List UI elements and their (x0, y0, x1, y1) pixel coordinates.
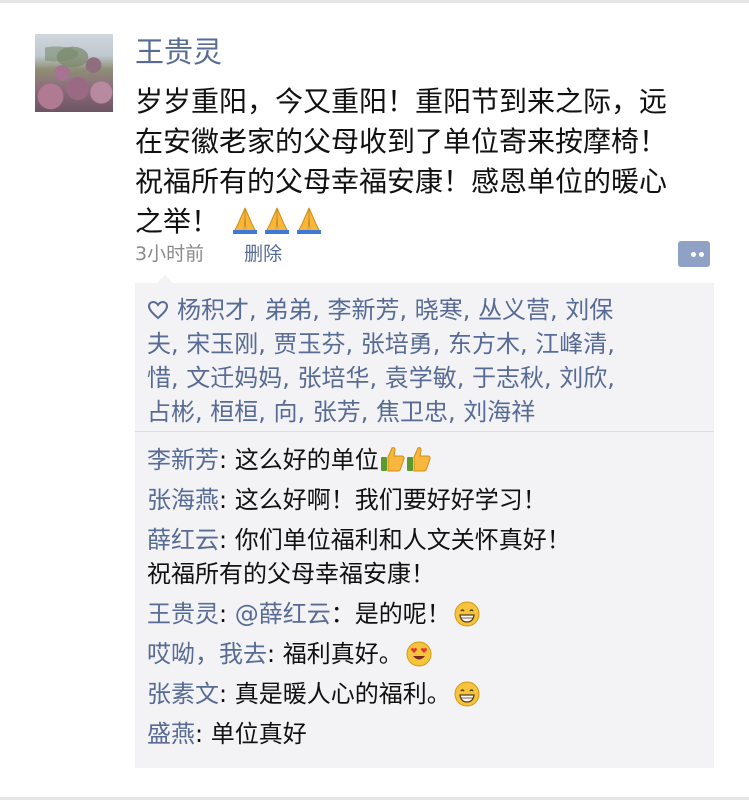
comments-list: 李新芳: 这么好的单位 张海燕: 这么好啊！我们要好好学习！ 薛红云: 你们单位… (147, 443, 707, 757)
post-line-3: 祝福所有的父母幸福安康！感恩单位的暖心 (135, 165, 668, 198)
post-line-1: 岁岁重阳，今又重阳！重阳节到来之际，远 (135, 85, 668, 118)
likes-line-1[interactable]: 杨积才, 弟弟, 李新芳, 晓寒, 丛义营, 刘保 (177, 296, 613, 324)
comment-separator: : (219, 486, 235, 514)
post-line-4: 之举！ (135, 202, 725, 242)
comment-author[interactable]: 薛红云 (147, 526, 219, 554)
comment-author[interactable]: 李新芳 (147, 446, 219, 474)
comment-item[interactable]: 张海燕: 这么好啊！我们要好好学习！ (147, 483, 707, 517)
avatar[interactable] (35, 34, 113, 112)
comment-text: 这么好啊！我们要好好学习！ (234, 486, 547, 514)
comment-separator: : (219, 680, 235, 708)
likes-line-3[interactable]: 惜, 文迁妈妈, 张培华, 袁学敏, 于志秋, 刘欣, (147, 361, 707, 395)
likes-line-4[interactable]: 占彬, 桓桓, 向, 张芳, 焦卫忠, 刘海祥 (147, 395, 707, 429)
dot-icon (691, 252, 696, 257)
comment-text: ：是的呢！ (330, 600, 451, 628)
interaction-panel: 杨积才, 弟弟, 李新芳, 晓寒, 丛义营, 刘保 夫, 宋玉刚, 贾玉芬, 张… (135, 275, 714, 768)
comment-text: 这么好的单位 (234, 446, 379, 474)
post-time: 3小时前 (135, 243, 205, 265)
comment-separator: : (219, 446, 235, 474)
comment-mention[interactable]: @薛红云 (235, 600, 331, 628)
divider (135, 431, 714, 432)
folded-hands-icon (296, 207, 321, 234)
delete-button[interactable]: 删除 (244, 243, 282, 265)
comment-text-continued: 祝福所有的父母幸福安康！ (147, 560, 435, 588)
comment-author[interactable]: 哎呦，我去 (147, 640, 267, 668)
comment-author[interactable]: 王贵灵 (147, 600, 219, 628)
comment-separator: : (195, 720, 211, 748)
comment-text: 单位真好 (210, 720, 307, 748)
thumbs-up-icon (380, 447, 405, 472)
comment-separator: : (219, 526, 235, 554)
comment-author[interactable]: 张海燕 (147, 486, 219, 514)
comment-author[interactable]: 盛燕 (147, 720, 195, 748)
grin-emoji-icon (454, 601, 480, 627)
top-border (0, 0, 749, 3)
comment-text: 你们单位福利和人文关怀真好！ (234, 526, 571, 554)
heart-eyes-emoji-icon (406, 641, 432, 667)
likes-line[interactable]: 杨积才, 弟弟, 李新芳, 晓寒, 丛义营, 刘保 (147, 293, 707, 327)
post-text: 岁岁重阳，今又重阳！重阳节到来之际，远 在安徽老家的父母收到了单位寄来按摩椅！ … (135, 82, 725, 242)
post-line-2: 在安徽老家的父母收到了单位寄来按摩椅！ (135, 125, 668, 158)
comment-menu-button[interactable] (678, 241, 710, 267)
comment-item[interactable]: 哎呦，我去: 福利真好。 (147, 637, 707, 671)
comment-item[interactable]: 王贵灵: @薛红云：是的呢！ (147, 597, 707, 631)
post-line-4-text: 之举！ (135, 205, 220, 238)
comment-author[interactable]: 张素文 (147, 680, 219, 708)
comment-text: 真是暖人心的福利。 (234, 680, 451, 708)
likes-line-2[interactable]: 夫, 宋玉刚, 贾玉芬, 张培勇, 东方木, 江峰清, (147, 327, 707, 361)
folded-hands-icon (264, 207, 289, 234)
post-author[interactable]: 王贵灵 (135, 34, 222, 70)
dot-icon (699, 252, 704, 257)
comment-text: 福利真好。 (282, 640, 403, 668)
grin-emoji-icon (454, 681, 480, 707)
post-meta: 3小时前 删除 (135, 240, 282, 268)
comment-item[interactable]: 薛红云: 你们单位福利和人文关怀真好！ 祝福所有的父母幸福安康！ (147, 523, 707, 591)
comment-item[interactable]: 李新芳: 这么好的单位 (147, 443, 707, 477)
comment-item[interactable]: 盛燕: 单位真好 (147, 717, 707, 751)
thumbs-up-icon (406, 447, 431, 472)
likes-list: 杨积才, 弟弟, 李新芳, 晓寒, 丛义营, 刘保 夫, 宋玉刚, 贾玉芬, 张… (147, 293, 707, 429)
comment-item[interactable]: 张素文: 真是暖人心的福利。 (147, 677, 707, 711)
folded-hands-icon (232, 207, 257, 234)
comment-separator: : (267, 640, 283, 668)
heart-icon (147, 300, 169, 320)
comment-separator: : (219, 600, 235, 628)
